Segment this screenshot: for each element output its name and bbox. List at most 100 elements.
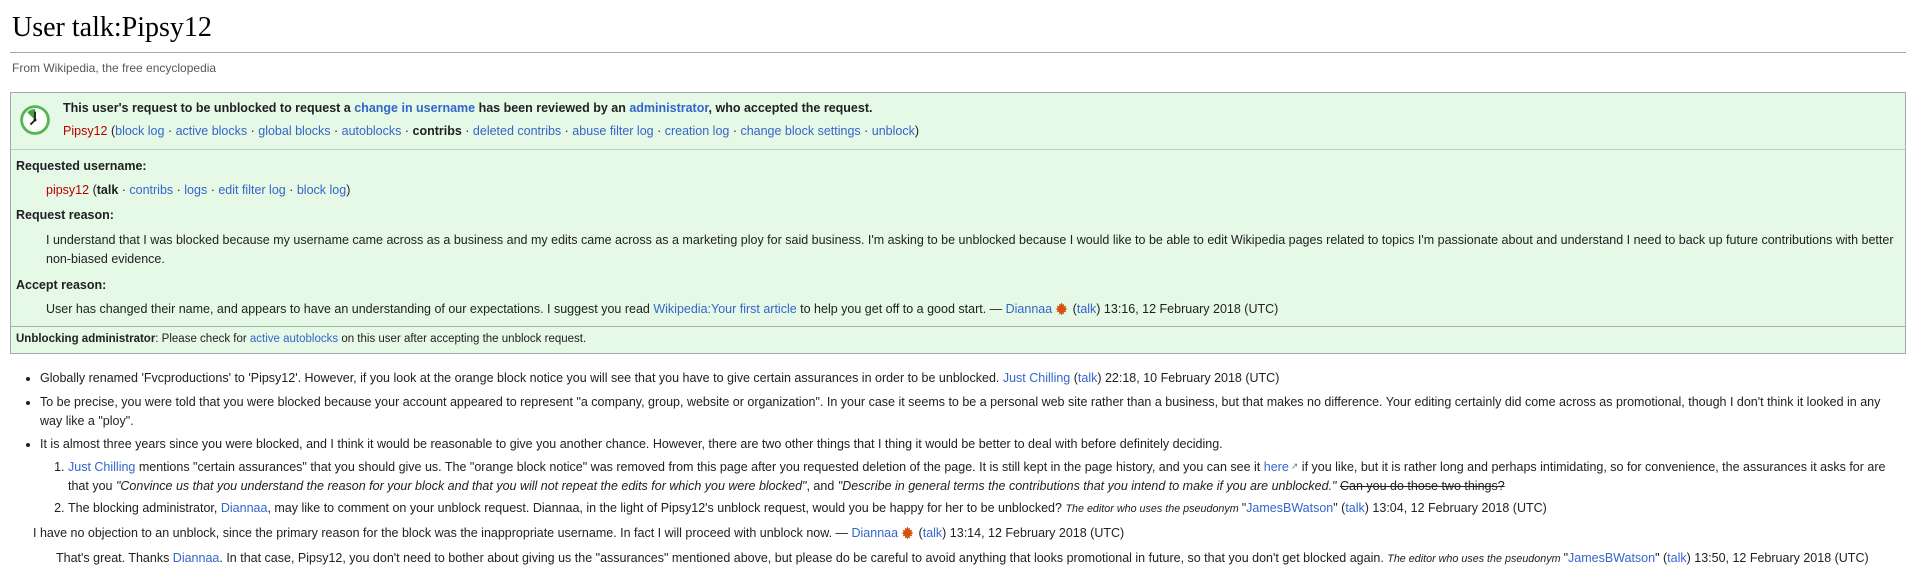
- global-blocks-link[interactable]: global blocks: [258, 124, 330, 138]
- creation-log-link[interactable]: creation log: [665, 124, 730, 138]
- talk-link[interactable]: talk: [1078, 371, 1097, 385]
- text-segment: to help you get off to a good start. —: [797, 302, 1006, 316]
- contribs-link[interactable]: contribs: [129, 183, 173, 197]
- block-log-link[interactable]: block log: [115, 124, 164, 138]
- jamesbwatson-link[interactable]: JamesBWatson: [1568, 551, 1655, 565]
- talk-comment: To be precise, you were told that you we…: [40, 393, 1906, 432]
- unblock-reviewed-statement: This user's request to be unblocked to r…: [63, 99, 1897, 118]
- text-segment: That's great. Thanks: [56, 551, 173, 565]
- unblock-notice-box: This user's request to be unblocked to r…: [10, 92, 1906, 354]
- talk-link[interactable]: talk: [1077, 302, 1096, 316]
- request-reason-section: Request reason: I understand that I was …: [16, 206, 1900, 269]
- text-segment: It is almost three years since you were …: [40, 437, 1223, 451]
- text-segment: The editor who uses the pseudonym: [1065, 503, 1241, 515]
- requested-username-section: Requested username: pipsy12 (talk · cont…: [16, 157, 1900, 201]
- unblock-notice-body: Requested username: pipsy12 (talk · cont…: [11, 150, 1905, 327]
- page-title: User talk:Pipsy12: [10, 2, 1906, 53]
- unblock-notice-header: This user's request to be unblocked to r…: [11, 93, 1905, 150]
- active-blocks-link[interactable]: active blocks: [176, 124, 248, 138]
- text-segment: (: [1070, 371, 1078, 385]
- text-segment: The blocking administrator,: [68, 501, 221, 515]
- maple-leaf-icon: [1055, 302, 1068, 315]
- pipsy12-link[interactable]: pipsy12: [46, 183, 89, 197]
- talk-comment-text: It is almost three years since you were …: [40, 437, 1223, 451]
- text-segment: "Describe in general terms the contribut…: [838, 479, 1337, 493]
- text-segment: contribs: [413, 124, 462, 138]
- talk-numbered-item: The blocking administrator, Diannaa, may…: [68, 499, 1906, 518]
- text-segment: "Convince us that you understand the rea…: [116, 479, 807, 493]
- abuse-filter-log-link[interactable]: abuse filter log: [572, 124, 653, 138]
- text-segment: ·: [173, 183, 184, 197]
- text-segment: , and: [806, 479, 837, 493]
- wikipedia-your-first-article-link[interactable]: Wikipedia:Your first article: [653, 302, 796, 316]
- text-segment: : Please check for: [155, 333, 250, 345]
- text-segment: ·: [561, 124, 572, 138]
- accept-reason-value: User has changed their name, and appears…: [46, 300, 1900, 319]
- talk-numbered-list: Just Chilling mentions "certain assuranc…: [40, 458, 1906, 519]
- talk-reply: I have no objection to an unblock, since…: [33, 524, 1906, 543]
- text-segment: Can you do those two things?: [1340, 479, 1505, 493]
- text-segment: on this user after accepting the unblock…: [338, 333, 586, 345]
- text-segment: ·: [729, 124, 740, 138]
- block-log-link[interactable]: block log: [297, 183, 346, 197]
- here-link[interactable]: here↗: [1264, 460, 1299, 474]
- diannaa-link[interactable]: Diannaa: [173, 551, 220, 565]
- text-segment: I understand that I was blocked because …: [46, 233, 1893, 266]
- text-segment: ·: [164, 124, 175, 138]
- just-chilling-link[interactable]: Just Chilling: [1003, 371, 1070, 385]
- text-segment: This user's request to be unblocked to r…: [63, 101, 354, 115]
- talk-link[interactable]: talk: [1345, 501, 1364, 515]
- text-segment: (: [107, 124, 115, 138]
- jamesbwatson-link[interactable]: JamesBWatson: [1246, 501, 1333, 515]
- text-segment: To be precise, you were told that you we…: [40, 395, 1880, 428]
- unblock-link[interactable]: unblock: [872, 124, 915, 138]
- text-segment: talk: [97, 183, 119, 197]
- text-segment: ·: [462, 124, 473, 138]
- logs-link[interactable]: logs: [184, 183, 207, 197]
- text-segment: . In that case, Pipsy12, you don't need …: [219, 551, 1387, 565]
- pipsy12-link[interactable]: Pipsy12: [63, 124, 107, 138]
- text-segment: ·: [286, 183, 297, 197]
- text-segment: ) 13:04, 12 February 2018 (UTC): [1365, 501, 1547, 515]
- edit-filter-log-link[interactable]: edit filter log: [218, 183, 285, 197]
- text-segment: ) 13:14, 12 February 2018 (UTC): [942, 526, 1124, 540]
- article-page: User talk:Pipsy12 From Wikipedia, the fr…: [0, 0, 1920, 577]
- change-block-settings-link[interactable]: change block settings: [740, 124, 860, 138]
- talk-thread-list: Globally renamed 'Fvcproductions' to 'Pi…: [10, 369, 1906, 519]
- green-clock-icon: [19, 104, 51, 136]
- blocked-user-links-row: Pipsy12 (block log · active blocks · glo…: [63, 122, 1897, 141]
- text-segment: I have no objection to an unblock, since…: [33, 526, 852, 540]
- text-segment: ·: [861, 124, 872, 138]
- autoblocks-link[interactable]: autoblocks: [342, 124, 402, 138]
- talk-reply: That's great. Thanks Diannaa. In that ca…: [56, 549, 1906, 568]
- section-label: Request reason:: [16, 206, 1900, 225]
- text-segment: ): [346, 183, 350, 197]
- diannaa-link[interactable]: Diannaa: [1006, 302, 1053, 316]
- change-in-username-link[interactable]: change in username: [354, 101, 475, 115]
- text-segment: ) 22:18, 10 February 2018 (UTC): [1097, 371, 1279, 385]
- talk-link[interactable]: talk: [1667, 551, 1686, 565]
- maple-leaf-icon: [901, 526, 914, 539]
- text-segment: mentions "certain assurances" that you s…: [135, 460, 1263, 474]
- text-segment: ·: [401, 124, 412, 138]
- diannaa-link[interactable]: Diannaa: [221, 501, 268, 515]
- diannaa-link[interactable]: Diannaa: [852, 526, 899, 540]
- just-chilling-link[interactable]: Just Chilling: [68, 460, 135, 474]
- talk-comment: It is almost three years since you were …: [40, 435, 1906, 519]
- text-segment: ): [915, 124, 919, 138]
- talk-link[interactable]: talk: [923, 526, 942, 540]
- text-segment: , may like to comment on your unblock re…: [267, 501, 1065, 515]
- text-segment: " (: [1333, 501, 1345, 515]
- accept-reason-section: Accept reason: User has changed their na…: [16, 276, 1900, 320]
- text-segment: ) 13:50, 12 February 2018 (UTC): [1687, 551, 1869, 565]
- text-segment: , who accepted the request.: [709, 101, 873, 115]
- active-autoblocks-link[interactable]: active autoblocks: [250, 333, 338, 345]
- deleted-contribs-link[interactable]: deleted contribs: [473, 124, 561, 138]
- administrator-link[interactable]: administrator: [629, 101, 708, 115]
- unblock-header-lines: This user's request to be unblocked to r…: [63, 99, 1897, 142]
- text-segment: ·: [654, 124, 665, 138]
- section-label: Requested username:: [16, 157, 1900, 176]
- text-segment: " (: [1655, 551, 1667, 565]
- text-segment: ·: [118, 183, 129, 197]
- text-segment: User has changed their name, and appears…: [46, 302, 653, 316]
